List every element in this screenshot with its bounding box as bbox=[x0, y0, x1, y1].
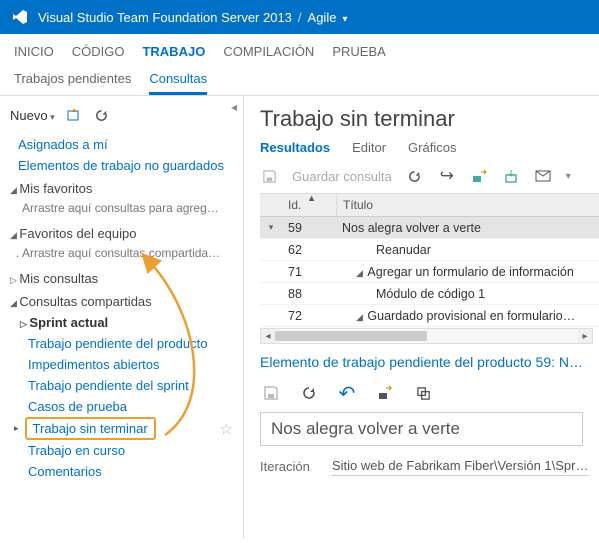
results-toolbar: Guardar consulta ↪ ▾ bbox=[260, 165, 599, 187]
cell-id: 72 bbox=[282, 309, 336, 323]
detail-toolbar: ↶ bbox=[260, 380, 599, 406]
col-id[interactable]: Id. ▲ bbox=[282, 194, 336, 216]
work-item-title-input[interactable] bbox=[260, 412, 583, 446]
add-to-favorites-icon[interactable] bbox=[65, 106, 83, 124]
save-icon[interactable] bbox=[260, 167, 278, 185]
horizontal-scrollbar[interactable]: ◂ ▸ bbox=[260, 328, 593, 344]
scroll-thumb[interactable] bbox=[275, 331, 427, 341]
hint-favoritos-equipo: . Arrastre aquí consultas compartida… bbox=[10, 244, 237, 266]
vs-logo-icon bbox=[10, 7, 30, 27]
sidebar-toolbar: Nuevo bbox=[10, 104, 237, 134]
hint-favoritos-equipo-text: Arrastre aquí consultas compartida… bbox=[22, 246, 220, 260]
row-expander-icon[interactable]: ▾ bbox=[260, 222, 282, 233]
main-nav: INICIO CÓDIGO TRABAJO COMPILACIÓN PRUEBA bbox=[0, 34, 599, 65]
rtab-editor[interactable]: Editor bbox=[352, 140, 386, 155]
content-area: ◂ Nuevo Asignados a mí Elementos de trab… bbox=[0, 96, 599, 539]
page-title: Trabajo sin terminar bbox=[260, 106, 599, 132]
cell-title: Módulo de código 1 bbox=[336, 287, 599, 301]
tab-compilacion[interactable]: COMPILACIÓN bbox=[223, 44, 314, 65]
cell-title: Guardado provisional en formulario… bbox=[336, 309, 599, 323]
table-row[interactable]: 88Módulo de código 1 bbox=[260, 283, 599, 305]
email-icon[interactable] bbox=[534, 167, 552, 185]
query-trabajo-en-curso[interactable]: Trabajo en curso bbox=[10, 440, 237, 461]
query-row-selected: ▸ Trabajo sin terminar ☆ bbox=[10, 417, 237, 440]
favorite-star-icon[interactable]: ☆ bbox=[220, 420, 233, 438]
tab-inicio[interactable]: INICIO bbox=[14, 44, 54, 65]
grid-body: ▾59Nos alegra volver a verte62Reanudar71… bbox=[260, 217, 599, 327]
cell-id: 88 bbox=[282, 287, 336, 301]
tab-trabajo[interactable]: TRABAJO bbox=[142, 44, 205, 65]
cell-id: 71 bbox=[282, 265, 336, 279]
cell-title: Agregar un formulario de información bbox=[336, 265, 599, 279]
query-pendiente-producto[interactable]: Trabajo pendiente del producto bbox=[10, 333, 237, 354]
result-tabs: Resultados Editor Gráficos bbox=[260, 140, 599, 155]
save-query-label[interactable]: Guardar consulta bbox=[292, 169, 392, 184]
scroll-left-icon[interactable]: ◂ bbox=[261, 331, 275, 342]
tab-codigo[interactable]: CÓDIGO bbox=[72, 44, 125, 65]
sub-nav: Trabajos pendientes Consultas bbox=[0, 65, 599, 96]
table-row[interactable]: 71Agregar un formulario de información bbox=[260, 261, 599, 283]
tab-prueba[interactable]: PRUEBA bbox=[332, 44, 385, 65]
refresh-results-icon[interactable] bbox=[406, 167, 424, 185]
rtab-resultados[interactable]: Resultados bbox=[260, 140, 330, 155]
hint-mis-favoritos: Arrastre aquí consultas para agreg… bbox=[10, 199, 237, 221]
group-mis-consultas[interactable]: Mis consultas bbox=[10, 266, 237, 289]
query-casos-prueba[interactable]: Casos de prueba bbox=[10, 396, 237, 417]
cell-id: 59 bbox=[282, 221, 336, 235]
cell-title: Reanudar bbox=[336, 243, 599, 257]
query-impedimentos[interactable]: Impedimentos abiertos bbox=[10, 354, 237, 375]
iteration-value[interactable]: Sitio web de Fabrikam Fiber\Versión 1\Sp… bbox=[332, 456, 589, 476]
iteration-label: Iteración bbox=[260, 459, 322, 474]
grid-header: Id. ▲ Título bbox=[260, 193, 599, 217]
iteration-field: Iteración Sitio web de Fabrikam Fiber\Ve… bbox=[260, 456, 599, 476]
refresh-icon[interactable] bbox=[93, 106, 111, 124]
cell-title: Nos alegra volver a verte bbox=[336, 221, 599, 235]
group-mis-favoritos[interactable]: Mis favoritos bbox=[10, 176, 237, 199]
detail-copy-icon[interactable] bbox=[414, 384, 432, 402]
col-expander bbox=[260, 194, 282, 216]
group-consultas-compartidas[interactable]: Consultas compartidas bbox=[10, 289, 237, 312]
query-comentarios[interactable]: Comentarios bbox=[10, 461, 237, 482]
collapse-sidebar-icon[interactable]: ◂ bbox=[231, 100, 237, 114]
sidebar: ◂ Nuevo Asignados a mí Elementos de trab… bbox=[0, 96, 244, 539]
sort-asc-icon: ▲ bbox=[307, 193, 316, 203]
detail-save-icon[interactable] bbox=[262, 384, 280, 402]
col-id-label: Id. bbox=[288, 198, 301, 212]
group-favoritos-equipo[interactable]: Favoritos del equipo bbox=[10, 221, 237, 244]
subtab-pendientes[interactable]: Trabajos pendientes bbox=[14, 71, 131, 95]
app-header: Visual Studio Team Foundation Server 201… bbox=[0, 0, 599, 34]
link-item-icon[interactable] bbox=[470, 167, 488, 185]
rtab-graficos[interactable]: Gráficos bbox=[408, 140, 456, 155]
redo-icon[interactable]: ↪ bbox=[438, 167, 456, 185]
detail-link-icon[interactable] bbox=[376, 384, 394, 402]
new-button[interactable]: Nuevo bbox=[10, 108, 55, 123]
query-trabajo-sin-terminar[interactable]: Trabajo sin terminar bbox=[25, 417, 156, 440]
query-pendiente-sprint[interactable]: Trabajo pendiente del sprint bbox=[10, 375, 237, 396]
scroll-track[interactable] bbox=[275, 329, 578, 343]
link-asignados-a-mi[interactable]: Asignados a mí bbox=[10, 134, 237, 155]
table-row[interactable]: ▾59Nos alegra volver a verte bbox=[260, 217, 599, 239]
table-row[interactable]: 72Guardado provisional en formulario… bbox=[260, 305, 599, 327]
breadcrumb-project[interactable]: Agile bbox=[308, 10, 348, 25]
scroll-right-icon[interactable]: ▸ bbox=[578, 331, 592, 342]
query-sprint-actual[interactable]: Sprint actual bbox=[10, 312, 237, 333]
col-title[interactable]: Título bbox=[336, 194, 599, 216]
subtab-consultas[interactable]: Consultas bbox=[149, 71, 207, 95]
breadcrumb-product[interactable]: Visual Studio Team Foundation Server 201… bbox=[38, 10, 292, 25]
toolbar-more-icon[interactable]: ▾ bbox=[566, 171, 571, 182]
cell-id: 62 bbox=[282, 243, 336, 257]
main-panel: Trabajo sin terminar Resultados Editor G… bbox=[244, 96, 599, 539]
breadcrumb-separator: / bbox=[298, 10, 302, 25]
detail-refresh-icon[interactable] bbox=[300, 384, 318, 402]
table-row[interactable]: 62Reanudar bbox=[260, 239, 599, 261]
export-icon[interactable] bbox=[502, 167, 520, 185]
detail-undo-icon[interactable]: ↶ bbox=[338, 384, 356, 402]
wi-heading-rest: No… bbox=[559, 354, 591, 370]
work-item-heading[interactable]: Elemento de trabajo pendiente del produc… bbox=[260, 354, 599, 370]
current-marker-icon: ▸ bbox=[14, 423, 19, 434]
wi-heading-prefix: Elemento de trabajo pendiente del produc… bbox=[260, 354, 559, 370]
link-no-guardados[interactable]: Elementos de trabajo no guardados bbox=[10, 155, 237, 176]
